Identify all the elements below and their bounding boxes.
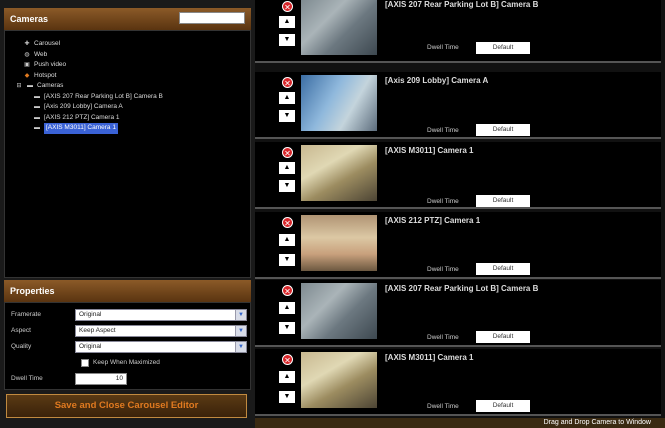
tree-item-cameras[interactable]: ⊟ ▬ Cameras [15, 81, 250, 92]
camera-folder-icon: ▬ [27, 83, 33, 89]
remove-icon[interactable]: ✕ [282, 77, 293, 88]
web-icon: ◍ [24, 51, 30, 58]
move-down-icon[interactable]: ▼ [279, 254, 295, 266]
cameras-panel-title: Cameras [10, 14, 49, 24]
camera-thumbnail [301, 0, 377, 55]
dwell-time-label: Dwell Time [427, 334, 459, 341]
dwell-time-label: Dwell Time [427, 403, 459, 410]
remove-icon[interactable]: ✕ [282, 354, 293, 365]
dwell-time-field[interactable]: Default [476, 263, 530, 275]
dwell-time-field[interactable]: Default [476, 195, 530, 207]
camera-title: [AXIS 212 PTZ] Camera 1 [385, 216, 481, 225]
tree-item-hotspot[interactable]: ◆ Hotspot [15, 71, 250, 82]
camera-thumbnail [301, 352, 377, 408]
dwell-time-field[interactable]: Default [476, 331, 530, 343]
carousel-entry: ✕ ▲ ▼ [Axis 209 Lobby] Camera A Dwell Ti… [255, 72, 661, 139]
keep-when-maximized-label: Keep When Maximized [93, 359, 160, 366]
carousel-entry: ✕ ▲ ▼ [AXIS 212 PTZ] Camera 1 Dwell Time… [255, 212, 661, 279]
quality-select[interactable]: Original ▼ [75, 341, 247, 353]
camera-thumbnail [301, 215, 377, 271]
tree-item-camera[interactable]: ▬ [AXIS 212 PTZ] Camera 1 [15, 113, 250, 124]
framerate-label: Framerate [11, 311, 41, 318]
chevron-down-icon[interactable]: ▼ [235, 342, 246, 352]
camera-thumbnail [301, 75, 377, 131]
tree-item-push-video[interactable]: ▣ Push video [15, 60, 250, 71]
camera-icon: ▬ [34, 104, 40, 110]
dwell-time-label: Dwell Time [427, 127, 459, 134]
carousel-entry: ✕ ▲ ▼ [AXIS M3011] Camera 1 Dwell Time D… [255, 349, 661, 416]
properties-panel-title: Properties [10, 286, 55, 296]
tree-item-carousel[interactable]: ✚ Carousel [15, 39, 250, 50]
move-down-icon[interactable]: ▼ [279, 110, 295, 122]
camera-tree: ✚ Carousel ◍ Web ▣ Push video ◆ Hotspot ⊟ ▬ Ca… [4, 30, 251, 278]
quality-label: Quality [11, 343, 32, 350]
dwell-time-label: Dwell Time [427, 266, 459, 273]
drag-drop-hint: Drag and Drop Camera to Window [255, 418, 665, 428]
keep-when-maximized-checkbox[interactable] [81, 359, 89, 367]
camera-thumbnail [301, 145, 377, 201]
move-up-icon[interactable]: ▲ [279, 234, 295, 246]
left-panel: Cameras ✚ Carousel ◍ Web ▣ Push video ◆ Hots… [4, 8, 251, 426]
move-down-icon[interactable]: ▼ [279, 322, 295, 334]
chevron-down-icon[interactable]: ▼ [235, 326, 246, 336]
dwell-time-input[interactable]: 10 [75, 373, 127, 385]
tree-item-web[interactable]: ◍ Web [15, 50, 250, 61]
push-video-icon: ▣ [24, 62, 30, 68]
camera-title: [AXIS M3011] Camera 1 [385, 353, 474, 362]
camera-icon: ▬ [34, 93, 40, 100]
camera-title: [AXIS M3011] Camera 1 [385, 146, 474, 155]
save-and-close-button[interactable]: Save and Close Carousel Editor [6, 394, 247, 418]
camera-icon: ▬ [34, 114, 40, 121]
move-up-icon[interactable]: ▲ [279, 92, 295, 104]
move-down-icon[interactable]: ▼ [279, 180, 295, 192]
hotspot-icon: ◆ [24, 72, 30, 79]
dwell-time-field[interactable]: Default [476, 42, 530, 54]
tree-item-camera[interactable]: ▬ [AXIS 207 Rear Parking Lot B] Camera B [15, 92, 250, 103]
carousel-editor-window: Cameras ✚ Carousel ◍ Web ▣ Push video ◆ Hots… [0, 0, 665, 428]
carousel-entry: ✕ ▲ ▼ [AXIS M3011] Camera 1 Dwell Time D… [255, 142, 661, 209]
remove-icon[interactable]: ✕ [282, 1, 293, 12]
remove-icon[interactable]: ✕ [282, 217, 293, 228]
aspect-label: Aspect [11, 327, 31, 334]
aspect-select[interactable]: Keep Aspect ▼ [75, 325, 247, 337]
camera-thumbnail [301, 283, 377, 339]
move-down-icon[interactable]: ▼ [279, 391, 295, 403]
camera-title: [AXIS 207 Rear Parking Lot B] Camera B [385, 284, 539, 293]
dwell-time-label: Dwell Time [427, 44, 459, 51]
dwell-time-label: Dwell Time [11, 375, 43, 382]
properties-panel: Framerate Original ▼ Aspect Keep Aspect ▼ … [4, 302, 251, 390]
chevron-down-icon[interactable]: ▼ [235, 310, 246, 320]
camera-title: [Axis 209 Lobby] Camera A [385, 76, 489, 85]
camera-search-input[interactable] [179, 12, 245, 24]
cameras-panel-header: Cameras [4, 8, 251, 30]
camera-title: [AXIS 207 Rear Parking Lot B] Camera B [385, 0, 539, 9]
dwell-time-field[interactable]: Default [476, 124, 530, 136]
carousel-icon: ✚ [24, 41, 30, 47]
framerate-select[interactable]: Original ▼ [75, 309, 247, 321]
dwell-time-label: Dwell Time [427, 198, 459, 205]
tree-item-camera[interactable]: ▬ [Axis 209 Lobby] Camera A [15, 102, 250, 113]
remove-icon[interactable]: ✕ [282, 285, 293, 296]
remove-icon[interactable]: ✕ [282, 147, 293, 158]
carousel-entry: ✕ ▲ ▼ [AXIS 207 Rear Parking Lot B] Came… [255, 0, 661, 63]
carousel-entry: ✕ ▲ ▼ [AXIS 207 Rear Parking Lot B] Came… [255, 280, 661, 347]
camera-icon: ▬ [34, 125, 40, 131]
collapse-icon[interactable]: ⊟ [15, 81, 23, 92]
move-up-icon[interactable]: ▲ [279, 302, 295, 314]
move-down-icon[interactable]: ▼ [279, 34, 295, 46]
dwell-time-field[interactable]: Default [476, 400, 530, 412]
move-up-icon[interactable]: ▲ [279, 162, 295, 174]
carousel-list: ✕ ▲ ▼ [AXIS 207 Rear Parking Lot B] Came… [255, 0, 665, 428]
properties-panel-header: Properties [4, 280, 251, 302]
tree-item-camera-selected[interactable]: ▬ [AXIS M3011] Camera 1 [15, 123, 250, 134]
move-up-icon[interactable]: ▲ [279, 371, 295, 383]
move-up-icon[interactable]: ▲ [279, 16, 295, 28]
